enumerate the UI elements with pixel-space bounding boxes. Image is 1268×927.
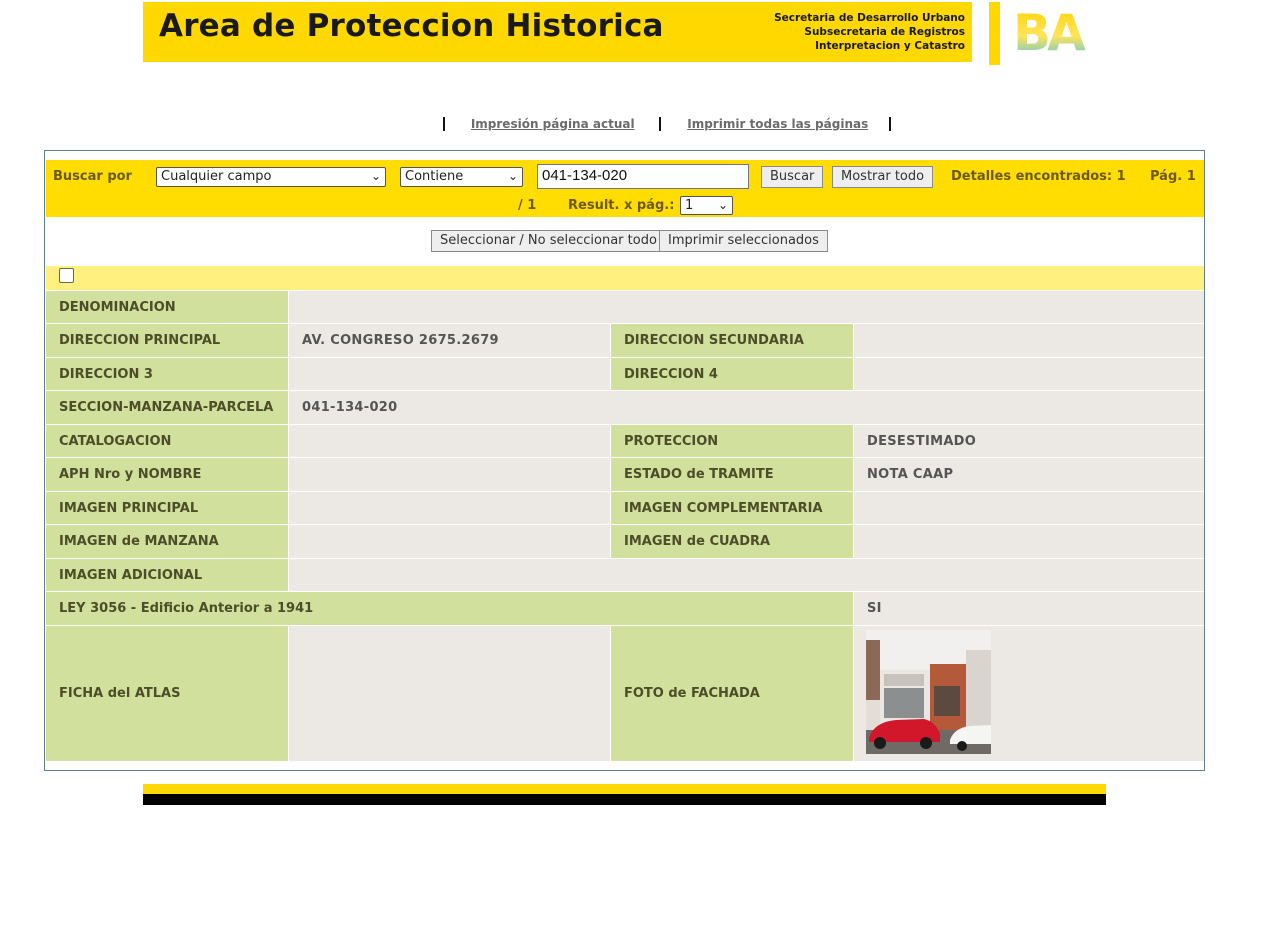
catalogacion-label: CATALOGACION [46,425,288,457]
direccion-secundaria-value [854,324,1204,357]
header-divider-bar [989,2,1000,65]
ba-logo-text: BA [1013,6,1086,52]
separator [889,116,892,131]
results-per-page-value: 1 [685,198,694,213]
chevron-down-icon: ⌄ [717,198,728,212]
table-row: DIRECCION PRINCIPAL AV. CONGRESO 2675.26… [46,324,1204,357]
direccion-principal-value: AV. CONGRESO 2675.2679 [289,324,610,357]
print-links-bar: Impresión página actual Imprimir todas l… [443,116,892,136]
table-row: APH Nro y NOMBRE ESTADO de TRAMITE NOTA … [46,458,1204,491]
separator [443,116,445,131]
show-all-button[interactable]: Mostrar todo [832,166,934,188]
search-by-label: Buscar por [53,169,132,184]
table-row: IMAGEN de MANZANA IMAGEN de CUADRA [46,525,1204,558]
direccion-3-value [289,358,610,390]
direccion-secundaria-label: DIRECCION SECUNDARIA [611,324,853,357]
operator-select[interactable]: Contiene ⌄ [400,167,523,187]
header-subtitle: Secretaria de Desarrollo Urbano Subsecre… [774,11,965,53]
table-row: DIRECCION 3 DIRECCION 4 [46,358,1204,390]
imagen-cuadra-label: IMAGEN de CUADRA [611,525,853,558]
chevron-down-icon: ⌄ [370,169,381,183]
search-input[interactable]: 041-134-020 [537,164,749,189]
proteccion-value: DESESTIMADO [854,425,1204,457]
estado-tramite-label: ESTADO de TRAMITE [611,458,853,491]
results-found-count: Detalles encontrados: 1 [951,169,1126,184]
foto-fachada-label: FOTO de FACHADA [611,626,853,761]
record-checkbox[interactable] [59,268,74,283]
direccion-4-value [854,358,1204,390]
results-per-page-select[interactable]: 1 ⌄ [680,196,733,215]
imagen-manzana-value [289,525,610,558]
table-row: DENOMINACION [46,291,1204,323]
table-row: LEY 3056 - Edificio Anterior a 1941 SI [46,592,1204,625]
chevron-down-icon: ⌄ [507,169,518,183]
field-select-value: Cualquier campo [161,169,272,184]
aph-value [289,458,610,491]
current-page-label: Pág. 1 [1150,169,1196,184]
imagen-adicional-label: IMAGEN ADICIONAL [46,559,288,591]
toggle-select-all-button[interactable]: Seleccionar / No seleccionar todo [431,230,666,252]
page-title: Area de Proteccion Historica [159,8,664,44]
separator [659,116,662,131]
direccion-4-label: DIRECCION 4 [611,358,853,390]
results-per-page-label: Result. x pág.: [568,198,675,213]
table-row: IMAGEN ADICIONAL [46,559,1204,591]
search-button[interactable]: Buscar [761,166,824,188]
imagen-cuadra-value [854,525,1204,558]
imagen-complementaria-label: IMAGEN COMPLEMENTARIA [611,492,853,524]
ficha-atlas-value [289,626,610,761]
subtitle-line-1: Secretaria de Desarrollo Urbano [774,12,965,24]
direccion-3-label: DIRECCION 3 [46,358,288,390]
page-total-label: / 1 [518,198,537,213]
estado-tramite-value: NOTA CAAP [854,458,1204,491]
print-selected-button[interactable]: Imprimir seleccionados [659,230,828,252]
imagen-adicional-value [289,559,1204,591]
search-bar: Buscar por Cualquier campo ⌄ Contiene ⌄ … [46,160,1204,217]
subtitle-line-3: Interpretacion y Catastro [815,40,965,52]
imagen-principal-label: IMAGEN PRINCIPAL [46,492,288,524]
subtitle-line-2: Subsecretaria de Registros [804,26,965,38]
aph-label: APH Nro y NOMBRE [46,458,288,491]
proteccion-label: PROTECCION [611,425,853,457]
table-row: SECCION-MANZANA-PARCELA 041-134-020 [46,391,1204,424]
ley-3056-label: LEY 3056 - Edificio Anterior a 1941 [46,592,853,625]
footer-bar-yellow [143,784,1106,794]
record-select-row [46,266,1204,290]
smp-value: 041-134-020 [289,391,1204,424]
ba-logo: BA [1013,6,1090,52]
ficha-atlas-label: FICHA del ATLAS [46,626,288,761]
print-all-pages-link[interactable]: Imprimir todas las páginas [687,117,868,131]
header-banner: Area de Proteccion Historica Secretaria … [143,2,972,62]
denominacion-value [289,291,1204,323]
imagen-principal-value [289,492,610,524]
imagen-manzana-label: IMAGEN de MANZANA [46,525,288,558]
table-row: FICHA del ATLAS FOTO de FACHADA [46,626,1204,761]
footer-bar-black [143,794,1106,805]
field-select[interactable]: Cualquier campo ⌄ [156,167,386,187]
table-row: CATALOGACION PROTECCION DESESTIMADO [46,425,1204,457]
facade-photo[interactable] [866,630,991,754]
print-current-page-link[interactable]: Impresión página actual [471,117,635,131]
ley-3056-value: SI [854,592,1204,625]
direccion-principal-label: DIRECCION PRINCIPAL [46,324,288,357]
table-row: IMAGEN PRINCIPAL IMAGEN COMPLEMENTARIA [46,492,1204,524]
smp-label: SECCION-MANZANA-PARCELA [46,391,288,424]
catalogacion-value [289,425,610,457]
denominacion-label: DENOMINACION [46,291,288,323]
imagen-complementaria-value [854,492,1204,524]
operator-select-value: Contiene [405,169,464,184]
results-panel: Buscar por Cualquier campo ⌄ Contiene ⌄ … [44,150,1205,771]
